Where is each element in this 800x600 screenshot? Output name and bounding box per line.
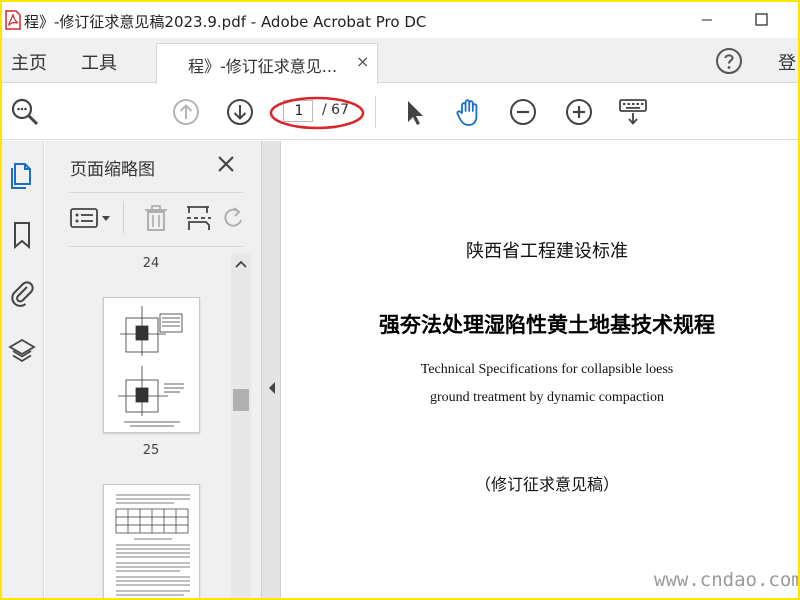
rotate-icon[interactable] bbox=[223, 203, 245, 233]
toolbar-separator bbox=[375, 96, 376, 128]
search-zoom-icon[interactable] bbox=[9, 96, 41, 128]
close-tab-button[interactable]: × bbox=[356, 52, 369, 71]
panel-divider bbox=[69, 246, 243, 247]
document-page: 陕西省工程建设标准 强夯法处理湿陷性黄土地基技术规程 Technical Spe… bbox=[282, 141, 798, 598]
scrollbar-thumb[interactable] bbox=[233, 389, 249, 411]
thumbnail-text-lines bbox=[115, 494, 190, 596]
document-english-title-line2: ground treatment by dynamic compaction bbox=[429, 390, 665, 405]
window-title: 程》-修订征求意见稿2023.9.pdf - Adobe Acrobat Pro… bbox=[24, 13, 427, 31]
keyboard-icon[interactable] bbox=[617, 96, 649, 128]
hand-icon[interactable] bbox=[453, 96, 485, 128]
options-menu-icon[interactable] bbox=[69, 203, 115, 233]
paperclip-icon[interactable] bbox=[8, 277, 36, 307]
thumbnail-page-label: 24 bbox=[142, 256, 160, 271]
acrobat-window: 程》-修订征求意见稿2023.9.pdf - Adobe Acrobat Pro… bbox=[2, 2, 798, 598]
thumbnail-scrollbar[interactable] bbox=[231, 253, 251, 598]
cursor-icon[interactable] bbox=[398, 96, 430, 128]
panel-tool-separator bbox=[123, 201, 124, 233]
sign-in-link[interactable]: 登 bbox=[778, 49, 796, 75]
document-title: 强夯法处理湿陷性黄土地基技术规程 bbox=[379, 313, 715, 337]
tab-tools[interactable]: 工具 bbox=[81, 49, 117, 75]
close-panel-icon[interactable] bbox=[215, 153, 237, 175]
pdf-file-icon bbox=[5, 10, 21, 30]
thumbnail-page-label: 25 bbox=[142, 443, 160, 458]
tab-bar: 主页 工具 程》-修订征求意见... × 登 bbox=[2, 38, 798, 84]
insert-page-icon[interactable] bbox=[184, 203, 214, 233]
panel-divider bbox=[69, 192, 243, 193]
collapse-left-icon[interactable] bbox=[267, 381, 277, 395]
minimize-icon bbox=[702, 19, 712, 21]
title-bar: 程》-修订征求意见稿2023.9.pdf - Adobe Acrobat Pro… bbox=[2, 2, 798, 38]
page-thumbnail[interactable] bbox=[103, 484, 200, 598]
panel-collapse-strip[interactable] bbox=[261, 141, 281, 598]
help-icon[interactable] bbox=[715, 47, 743, 75]
tab-document[interactable]: 程》-修订征求意见... × bbox=[156, 43, 378, 84]
arrow-down-icon[interactable] bbox=[224, 96, 256, 128]
navigation-rail bbox=[2, 141, 44, 598]
document-english-title-line1: Technical Specifications for collapsible… bbox=[420, 362, 674, 377]
panel-title: 页面缩略图 bbox=[70, 160, 155, 180]
bookmark-icon[interactable] bbox=[8, 220, 36, 250]
minus-circle-icon[interactable] bbox=[507, 96, 539, 128]
page-thumbnails-panel: 页面缩略图 24 25 bbox=[45, 141, 261, 598]
maximize-icon bbox=[755, 13, 768, 26]
trash-icon[interactable] bbox=[141, 203, 171, 233]
site-watermark: www.cndao.com bbox=[654, 569, 798, 591]
document-tab-label: 程》-修订征求意见... bbox=[188, 57, 338, 76]
layers-icon[interactable] bbox=[8, 336, 36, 366]
arrow-up-icon[interactable] bbox=[170, 96, 202, 128]
plus-circle-icon[interactable] bbox=[563, 96, 595, 128]
red-annotation-ellipse bbox=[269, 96, 365, 130]
chevron-up-icon[interactable] bbox=[235, 259, 247, 269]
document-org: 陕西省工程建设标准 bbox=[466, 241, 628, 262]
pages-icon[interactable] bbox=[8, 161, 36, 191]
page-thumbnail[interactable] bbox=[103, 297, 200, 433]
document-status: （修订征求意见稿） bbox=[474, 475, 619, 494]
minimize-button[interactable] bbox=[684, 2, 730, 38]
toolbar: 1 / 67 bbox=[2, 84, 798, 140]
thumbnail-drawing bbox=[118, 306, 184, 427]
tab-home[interactable]: 主页 bbox=[11, 49, 47, 75]
maximize-button[interactable] bbox=[738, 2, 784, 38]
